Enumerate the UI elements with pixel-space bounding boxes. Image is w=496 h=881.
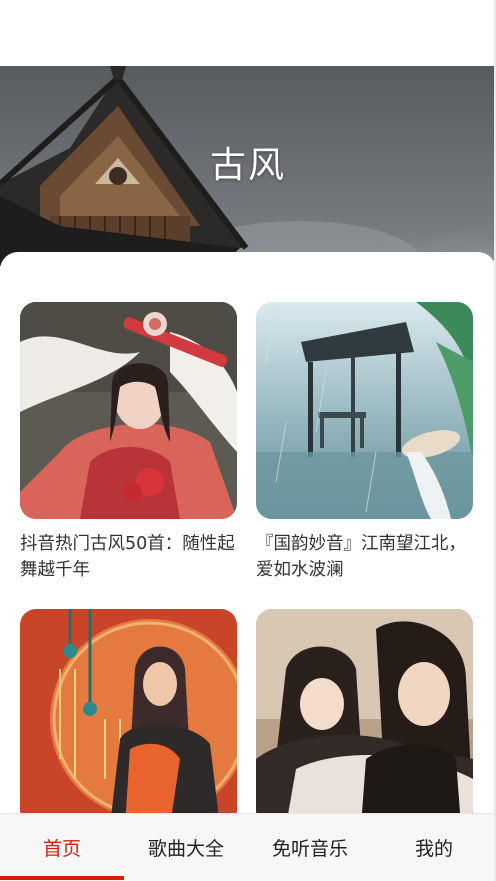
playlist-card[interactable]: 抖音热门古风50首：随性起舞越千年 (20, 302, 237, 583)
bottom-tab-bar: 首页 歌曲大全 免听音乐 我的 (0, 813, 496, 881)
playlist-cover (20, 609, 237, 826)
playlist-card[interactable] (256, 609, 473, 832)
tab-home[interactable]: 首页 (0, 814, 124, 880)
playlist-title: 抖音热门古风50首：随性起舞越千年 (20, 534, 235, 580)
playlist-grid: 抖音热门古风50首：随性起舞越千年 『国韵妙音』江南望江北，爱如水波澜 (20, 302, 476, 832)
playlist-cover (256, 302, 473, 519)
status-bar-area (0, 0, 496, 66)
category-title: 古风 (209, 145, 286, 186)
tab-all-songs[interactable]: 歌曲大全 (124, 814, 248, 880)
tab-free-music[interactable]: 免听音乐 (248, 814, 372, 880)
active-tab-indicator (0, 876, 124, 880)
playlist-panel: 抖音热门古风50首：随性起舞越千年 『国韵妙音』江南望江北，爱如水波澜 (0, 252, 496, 832)
playlist-cover (20, 302, 237, 519)
tab-mine[interactable]: 我的 (372, 814, 496, 880)
playlist-card[interactable]: 『国韵妙音』江南望江北，爱如水波澜 (256, 302, 473, 583)
app-screen: 古风 抖音热门古风50首：随性起舞越千年 『国韵妙音』江南望江北，爱如水波澜 首… (0, 0, 496, 881)
playlist-title: 『国韵妙音』江南望江北，爱如水波澜 (256, 534, 466, 580)
category-banner: 古风 (0, 66, 496, 266)
playlist-card[interactable] (20, 609, 237, 832)
playlist-cover (256, 609, 473, 826)
